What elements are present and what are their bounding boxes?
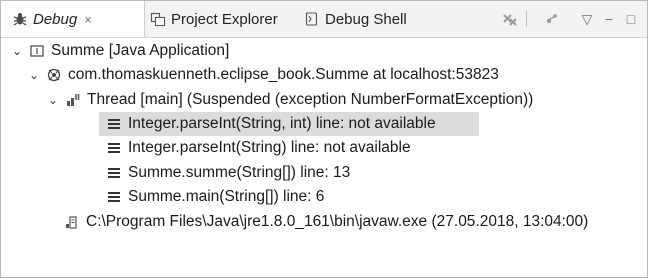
stack-frame-icon bbox=[105, 139, 123, 157]
connect-icon[interactable] bbox=[541, 1, 563, 37]
chevron-down-icon[interactable]: ⌄ bbox=[26, 68, 42, 82]
stack-frame-icon bbox=[105, 188, 123, 206]
stack-frame-label: Integer.parseInt(String, int) line: not … bbox=[128, 115, 436, 132]
stack-frame-label: Summe.main(String[]) line: 6 bbox=[128, 188, 325, 205]
stack-frame-label: Integer.parseInt(String) line: not avail… bbox=[128, 139, 411, 156]
tab-debug-shell[interactable]: Debug Shell bbox=[303, 1, 407, 37]
tree-item-launch[interactable]: ⌄ Summe [Java Application] bbox=[9, 39, 229, 63]
tab-project-explorer-label: Project Explorer bbox=[171, 10, 278, 28]
project-explorer-icon bbox=[149, 10, 167, 28]
chevron-down-icon[interactable]: ⌄ bbox=[45, 93, 61, 107]
remove-terminated-icon[interactable] bbox=[499, 1, 521, 37]
tree-item-thread[interactable]: ⌄ Thread [main] (Suspended (exception Nu… bbox=[45, 88, 533, 112]
stack-frame-label: Summe.summe(String[]) line: 13 bbox=[128, 164, 351, 181]
tab-debug-label: Debug bbox=[33, 10, 78, 28]
view-menu-icon[interactable]: ▽ bbox=[576, 1, 598, 37]
stack-frame-icon bbox=[105, 115, 123, 133]
maximize-icon[interactable]: □ bbox=[620, 1, 642, 37]
process-label: C:\Program Files\Java\jre1.8.0_161\bin\j… bbox=[86, 213, 589, 230]
debug-target-icon bbox=[45, 66, 63, 84]
stack-frame-row[interactable]: Integer.parseInt(String) line: not avail… bbox=[105, 136, 411, 160]
stack-frame-icon bbox=[105, 164, 123, 182]
tab-debug[interactable]: Debug × bbox=[1, 1, 145, 37]
launch-label: Summe [Java Application] bbox=[51, 42, 230, 59]
tree-item-debug-target[interactable]: ⌄ com.thomaskuenneth.eclipse_book.Summe … bbox=[26, 63, 499, 87]
stack-frame-row[interactable]: Summe.main(String[]) line: 6 bbox=[105, 185, 324, 209]
thread-suspended-icon bbox=[64, 91, 82, 109]
tab-debug-shell-label: Debug Shell bbox=[325, 10, 407, 28]
tab-project-explorer[interactable]: Project Explorer bbox=[149, 1, 278, 37]
toolbar-separator bbox=[526, 11, 527, 27]
thread-label: Thread [main] (Suspended (exception Numb… bbox=[87, 91, 534, 108]
debug-target-label: com.thomaskuenneth.eclipse_book.Summe at… bbox=[68, 66, 499, 83]
debug-view: Debug × Project Explorer Debug Shell ▽ −… bbox=[0, 0, 648, 278]
debug-shell-icon bbox=[303, 10, 321, 28]
chevron-down-icon[interactable]: ⌄ bbox=[9, 44, 25, 58]
view-tab-bar: Debug × Project Explorer Debug Shell ▽ −… bbox=[1, 1, 647, 38]
tree-item-process[interactable]: C:\Program Files\Java\jre1.8.0_161\bin\j… bbox=[63, 210, 588, 234]
process-icon bbox=[63, 213, 81, 231]
minimize-icon[interactable]: − bbox=[598, 1, 620, 37]
java-app-icon bbox=[28, 42, 46, 60]
debug-bug-icon bbox=[11, 10, 29, 28]
stack-frame-row[interactable]: Integer.parseInt(String, int) line: not … bbox=[99, 112, 479, 136]
close-tab-button[interactable]: × bbox=[84, 12, 92, 27]
stack-frame-row[interactable]: Summe.summe(String[]) line: 13 bbox=[105, 161, 350, 185]
